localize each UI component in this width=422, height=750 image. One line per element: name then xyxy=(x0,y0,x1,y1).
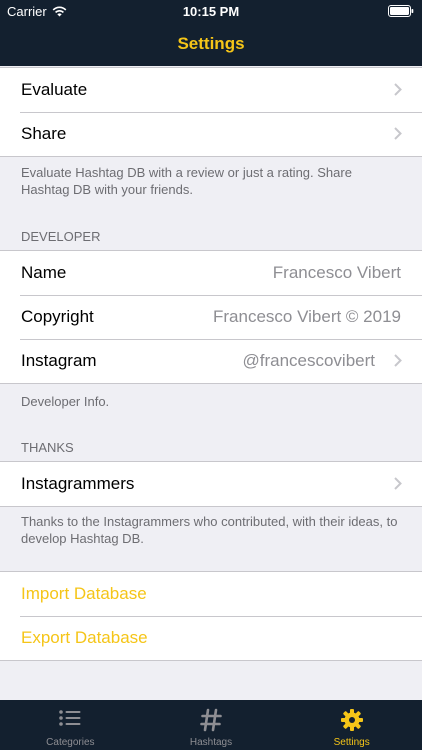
developer-section: Name Francesco Vibert Copyright Francesc… xyxy=(0,250,422,384)
instagram-value: @francescovibert xyxy=(242,351,375,370)
tab-settings-label: Settings xyxy=(333,737,370,748)
evaluate-row[interactable]: Evaluate xyxy=(0,68,422,112)
instagrammers-label: Instagrammers xyxy=(21,474,135,493)
export-database-button[interactable]: Export Database xyxy=(21,628,148,648)
import-database-button[interactable]: Import Database xyxy=(21,584,147,604)
status-bar: Carrier 10:15 PM xyxy=(0,0,422,22)
copyright-value: Francesco Vibert © 2019 xyxy=(213,307,401,326)
share-label: Share xyxy=(21,124,67,143)
list-icon xyxy=(59,710,81,726)
chevron-right-icon xyxy=(394,83,402,96)
name-label: Name xyxy=(21,263,67,282)
tab-hashtags-label: Hashtags xyxy=(189,737,233,748)
copyright-row: Copyright Francesco Vibert © 2019 xyxy=(0,295,422,339)
evaluate-label: Evaluate xyxy=(21,80,88,99)
hashtag-icon xyxy=(200,708,222,732)
page-title: Settings xyxy=(177,34,245,53)
name-value: Francesco Vibert xyxy=(272,263,401,282)
feedback-footer: Evaluate Hashtag DB with a review or jus… xyxy=(21,165,352,197)
instagram-label: Instagram xyxy=(21,351,97,370)
tab-settings[interactable]: Settings xyxy=(281,700,422,750)
tab-bar: Categories Hashtags Settings xyxy=(0,700,422,750)
navigation-bar: Settings xyxy=(0,22,422,66)
copyright-label: Copyright xyxy=(21,307,94,326)
developer-name-row: Name Francesco Vibert xyxy=(0,251,422,295)
tab-categories-label: Categories xyxy=(46,737,95,748)
tab-hashtags[interactable]: Hashtags xyxy=(141,700,282,750)
developer-footer: Developer Info. xyxy=(21,394,110,409)
export-database-row[interactable]: Export Database xyxy=(0,616,422,660)
chevron-right-icon xyxy=(394,127,402,140)
developer-header: DEVELOPER xyxy=(21,229,101,244)
feedback-section: Evaluate Share xyxy=(0,67,422,157)
chevron-right-icon xyxy=(394,354,402,367)
chevron-right-icon xyxy=(394,477,402,490)
database-section: Import Database Export Database xyxy=(0,571,422,661)
thanks-footer: Thanks to the Instagrammers who contribu… xyxy=(21,514,398,546)
status-time: 10:15 PM xyxy=(182,4,240,19)
battery-icon xyxy=(388,5,414,17)
share-row[interactable]: Share xyxy=(0,112,422,156)
instagrammers-row[interactable]: Instagrammers xyxy=(0,462,422,506)
gear-icon xyxy=(340,709,363,731)
instagram-row[interactable]: Instagram @francescovibert xyxy=(0,339,422,383)
thanks-header: THANKS xyxy=(21,440,74,455)
tab-categories[interactable]: Categories xyxy=(0,700,141,750)
import-database-row[interactable]: Import Database xyxy=(0,572,422,616)
thanks-section: Instagrammers xyxy=(0,461,422,507)
